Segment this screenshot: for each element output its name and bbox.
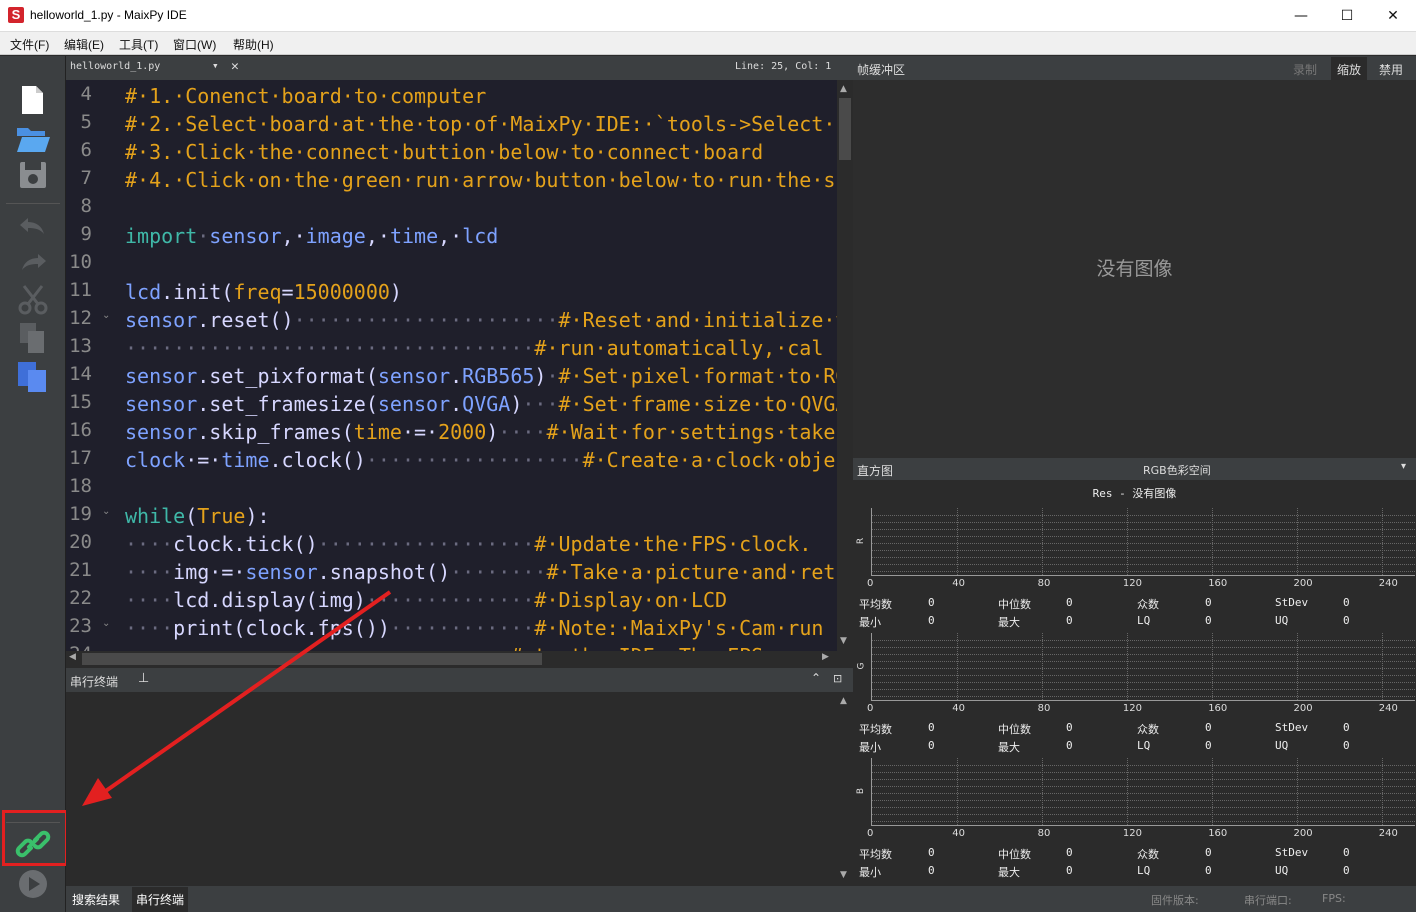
annotation-arrow (82, 590, 392, 806)
